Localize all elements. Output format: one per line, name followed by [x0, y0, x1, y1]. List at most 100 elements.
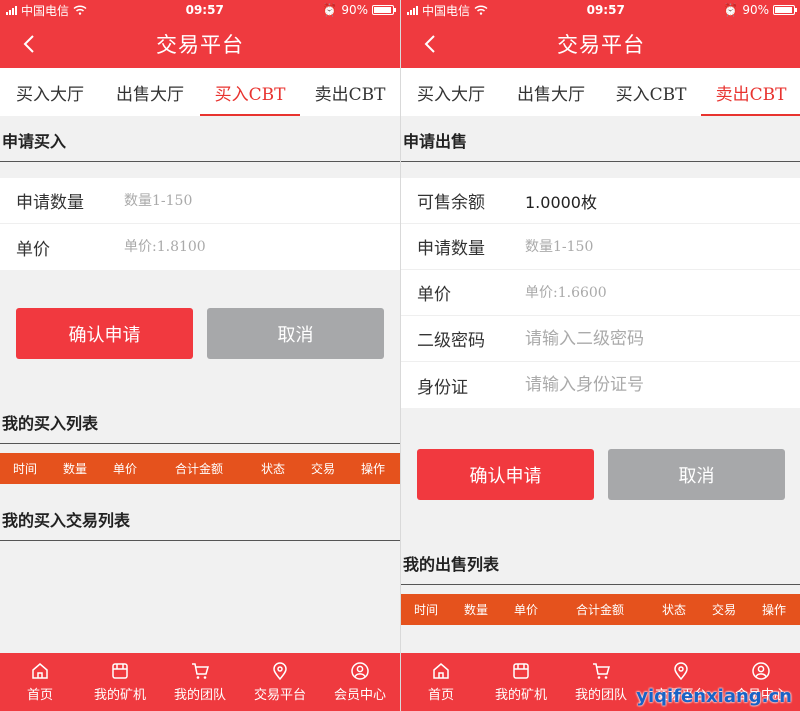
sell-list-title: 我的出售列表 [401, 541, 800, 585]
user-icon [351, 662, 369, 680]
balance-row: 可售余额 1.0000枚 [401, 178, 800, 224]
alarm-icon: ⏰ [723, 3, 739, 17]
wifi-icon [73, 5, 87, 15]
tabbar-member[interactable]: 会员中心 [320, 653, 400, 711]
tab-sell-cbt[interactable]: 卖出CBT [701, 68, 800, 116]
tabbar-team-label: 我的团队 [574, 688, 627, 703]
tab-buy-cbt[interactable]: 买入CBT [200, 68, 300, 116]
tabbar-miners[interactable]: 我的矿机 [481, 653, 561, 711]
quantity-input[interactable] [124, 192, 364, 209]
price-input[interactable] [525, 284, 765, 301]
tabbar-trade[interactable]: 交易平台 [240, 653, 320, 711]
shop-icon [112, 663, 128, 679]
section-title: 申请买入 [0, 118, 400, 162]
col-action: 操作 [360, 462, 385, 476]
price-input[interactable] [124, 239, 364, 255]
tabbar-home[interactable]: 首页 [0, 653, 80, 711]
password-label: 二级密码 [417, 331, 485, 351]
balance-value: 1.0000枚 [525, 192, 597, 212]
tab-sell-hall[interactable]: 出售大厅 [501, 68, 601, 116]
tabbar-miners-label: 我的矿机 [93, 688, 146, 703]
table-header: 时间 数量 单价 合计金额 状态 交易 操作 [0, 453, 400, 484]
quantity-input[interactable] [525, 238, 765, 255]
alarm-icon: ⏰ [322, 3, 338, 17]
col-time: 时间 [413, 603, 438, 617]
cart-icon [192, 663, 209, 679]
status-time: 09:57 [185, 3, 224, 17]
tabbar-miners-label: 我的矿机 [494, 688, 547, 703]
trade-list-title: 我的买入交易列表 [0, 497, 400, 541]
tab-buy-cbt[interactable]: 买入CBT [601, 68, 701, 116]
left-screen: 中国电信 09:57 ⏰ 90% 交易平台 买入大厅 出售大厅 买入CBT 卖出… [0, 0, 400, 711]
home-icon [433, 663, 449, 679]
tab-buy-hall[interactable]: 买入大厅 [401, 68, 501, 116]
price-row: 单价 [401, 270, 800, 316]
quantity-label: 申请数量 [16, 193, 84, 213]
col-time: 时间 [12, 462, 37, 476]
cancel-button[interactable]: 取消 [207, 308, 384, 359]
price-label: 单价 [417, 285, 451, 305]
id-card-row: 身份证 [401, 362, 800, 408]
tabbar-team[interactable]: 我的团队 [561, 653, 641, 711]
status-bar: 中国电信 09:57 ⏰ 90% [401, 0, 800, 20]
right-screen: 中国电信 09:57 ⏰ 90% 交易平台 买入大厅 出售大厅 买入CBT 卖出… [400, 0, 800, 711]
carrier-text: 中国电信 [21, 3, 70, 18]
tabbar-home-label: 首页 [26, 688, 53, 703]
status-time: 09:57 [586, 3, 625, 17]
status-bar: 中国电信 09:57 ⏰ 90% [0, 0, 400, 20]
tab-buy-hall[interactable]: 买入大厅 [0, 68, 100, 116]
col-quantity: 数量 [463, 603, 488, 617]
user-icon [752, 662, 770, 680]
password-input[interactable] [525, 328, 765, 349]
signal-icon [6, 5, 17, 15]
col-price: 单价 [112, 462, 137, 476]
tab-sell-cbt[interactable]: 卖出CBT [300, 68, 400, 116]
col-status: 状态 [661, 603, 686, 617]
tab-bar-top: 买入大厅 出售大厅 买入CBT 卖出CBT [401, 68, 800, 116]
watermark: yiqifenxiang.cn [636, 686, 792, 707]
balance-label: 可售余额 [417, 193, 485, 213]
col-status: 状态 [260, 462, 285, 476]
quantity-row: 申请数量 [0, 178, 400, 224]
id-card-input[interactable] [525, 375, 765, 395]
tabbar-home-label: 首页 [427, 688, 454, 703]
confirm-button[interactable]: 确认申请 [417, 449, 594, 500]
table-header: 时间 数量 单价 合计金额 状态 交易 操作 [401, 594, 800, 625]
confirm-button[interactable]: 确认申请 [16, 308, 193, 359]
shop-icon [513, 663, 529, 679]
tabbar-home[interactable]: 首页 [401, 653, 481, 711]
col-quantity: 数量 [62, 462, 87, 476]
location-icon [273, 662, 287, 681]
cart-icon [593, 663, 610, 679]
section-title: 申请出售 [401, 118, 800, 162]
battery-icon [773, 5, 797, 15]
buy-list-title: 我的买入列表 [0, 400, 400, 444]
battery-icon [372, 5, 396, 15]
tabbar-miners[interactable]: 我的矿机 [80, 653, 160, 711]
col-trade: 交易 [711, 603, 736, 617]
nav-bar: 交易平台 [0, 20, 400, 68]
tabbar-team[interactable]: 我的团队 [160, 653, 240, 711]
back-arrow-icon[interactable] [18, 32, 42, 56]
nav-title: 交易平台 [557, 33, 645, 57]
buy-form: 申请数量 单价 [0, 178, 400, 270]
battery-text: 90% [341, 3, 368, 17]
location-icon [674, 662, 688, 681]
tab-sell-hall[interactable]: 出售大厅 [100, 68, 200, 116]
col-price: 单价 [513, 603, 538, 617]
price-label: 单价 [16, 239, 50, 260]
col-trade: 交易 [310, 462, 335, 476]
back-arrow-icon[interactable] [419, 32, 443, 56]
carrier-text: 中国电信 [422, 3, 471, 18]
id-card-label: 身份证 [417, 377, 468, 398]
battery-text: 90% [742, 3, 769, 17]
bottom-tab-bar: 首页 我的矿机 我的团队 交易平台 会员中心 [0, 653, 400, 711]
price-row: 单价 [0, 224, 400, 270]
nav-title: 交易平台 [156, 33, 244, 57]
signal-icon [407, 5, 418, 15]
tab-bar-top: 买入大厅 出售大厅 买入CBT 卖出CBT [0, 68, 400, 116]
button-group: 确认申请 取消 [0, 308, 400, 359]
wifi-icon [474, 5, 488, 15]
cancel-button[interactable]: 取消 [608, 449, 785, 500]
col-total: 合计金额 [575, 603, 624, 617]
